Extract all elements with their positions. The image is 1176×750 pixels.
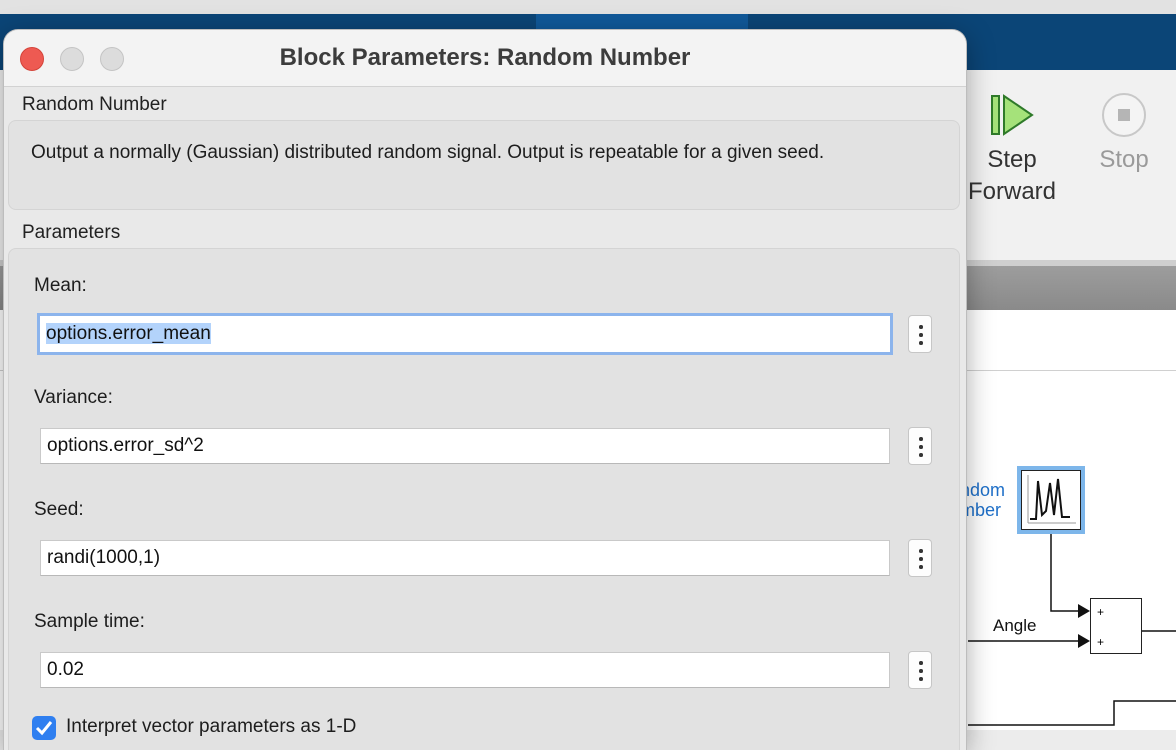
sample-time-more-options-button[interactable]	[908, 651, 932, 689]
variance-label: Variance:	[34, 387, 113, 408]
close-button[interactable]	[20, 47, 44, 71]
seed-input[interactable]: randi(1000,1)	[40, 540, 890, 576]
block-parameters-dialog: Block Parameters: Random Number Random N…	[4, 30, 966, 750]
sum-sign-1: +	[1097, 605, 1105, 619]
zoom-button[interactable]	[100, 47, 124, 71]
variance-more-options-button[interactable]	[908, 427, 932, 465]
interpret-vector-label: Interpret vector parameters as 1-D	[66, 716, 357, 737]
more-options-icon	[919, 437, 923, 441]
minimize-button[interactable]	[60, 47, 84, 71]
step-forward-label-line2: Forward	[967, 178, 1057, 205]
stop-label: Stop	[1099, 146, 1149, 173]
step-forward-label-line1: Step	[987, 146, 1037, 173]
parameters-heading: Parameters	[22, 222, 121, 243]
stop-button[interactable]: Stop	[1084, 92, 1164, 176]
sum-block[interactable]: + +	[1090, 598, 1142, 654]
description-panel: Output a normally (Gaussian) distributed…	[8, 120, 960, 210]
more-options-icon	[919, 549, 923, 553]
sample-time-input[interactable]: 0.02	[40, 652, 890, 688]
desktop-menubar	[0, 0, 1176, 14]
more-options-icon	[919, 325, 923, 329]
random-signal-icon	[1027, 475, 1076, 524]
checkmark-icon	[35, 721, 53, 736]
stop-icon	[1102, 93, 1146, 137]
random-number-block[interactable]	[1017, 466, 1085, 534]
dialog-title: Block Parameters: Random Number	[279, 44, 691, 71]
mean-input[interactable]: options.error_mean	[37, 313, 893, 355]
signal-label-angle: Angle	[993, 616, 1037, 635]
step-forward-button[interactable]: Step Forward	[962, 92, 1062, 208]
dialog-titlebar[interactable]: Block Parameters: Random Number	[4, 30, 966, 87]
sample-time-value: 0.02	[47, 659, 84, 680]
seed-more-options-button[interactable]	[908, 539, 932, 577]
interpret-vector-checkbox[interactable]	[32, 716, 56, 740]
step-forward-icon	[991, 94, 1034, 136]
block-name-heading: Random Number	[22, 94, 167, 115]
seed-value: randi(1000,1)	[47, 547, 161, 568]
more-options-icon	[919, 661, 923, 665]
random-number-block-label-line2: mber	[960, 500, 1002, 520]
block-description: Output a normally (Gaussian) distributed…	[31, 142, 825, 163]
random-number-block-label: ndom	[960, 480, 1006, 500]
sample-time-label: Sample time:	[34, 611, 145, 632]
sum-sign-2: +	[1097, 635, 1105, 649]
seed-label: Seed:	[34, 499, 84, 520]
variance-value: options.error_sd^2	[47, 435, 204, 456]
mean-label: Mean:	[34, 275, 87, 296]
mean-more-options-button[interactable]	[908, 315, 932, 353]
variance-input[interactable]: options.error_sd^2	[40, 428, 890, 464]
mean-value: options.error_mean	[46, 323, 211, 344]
